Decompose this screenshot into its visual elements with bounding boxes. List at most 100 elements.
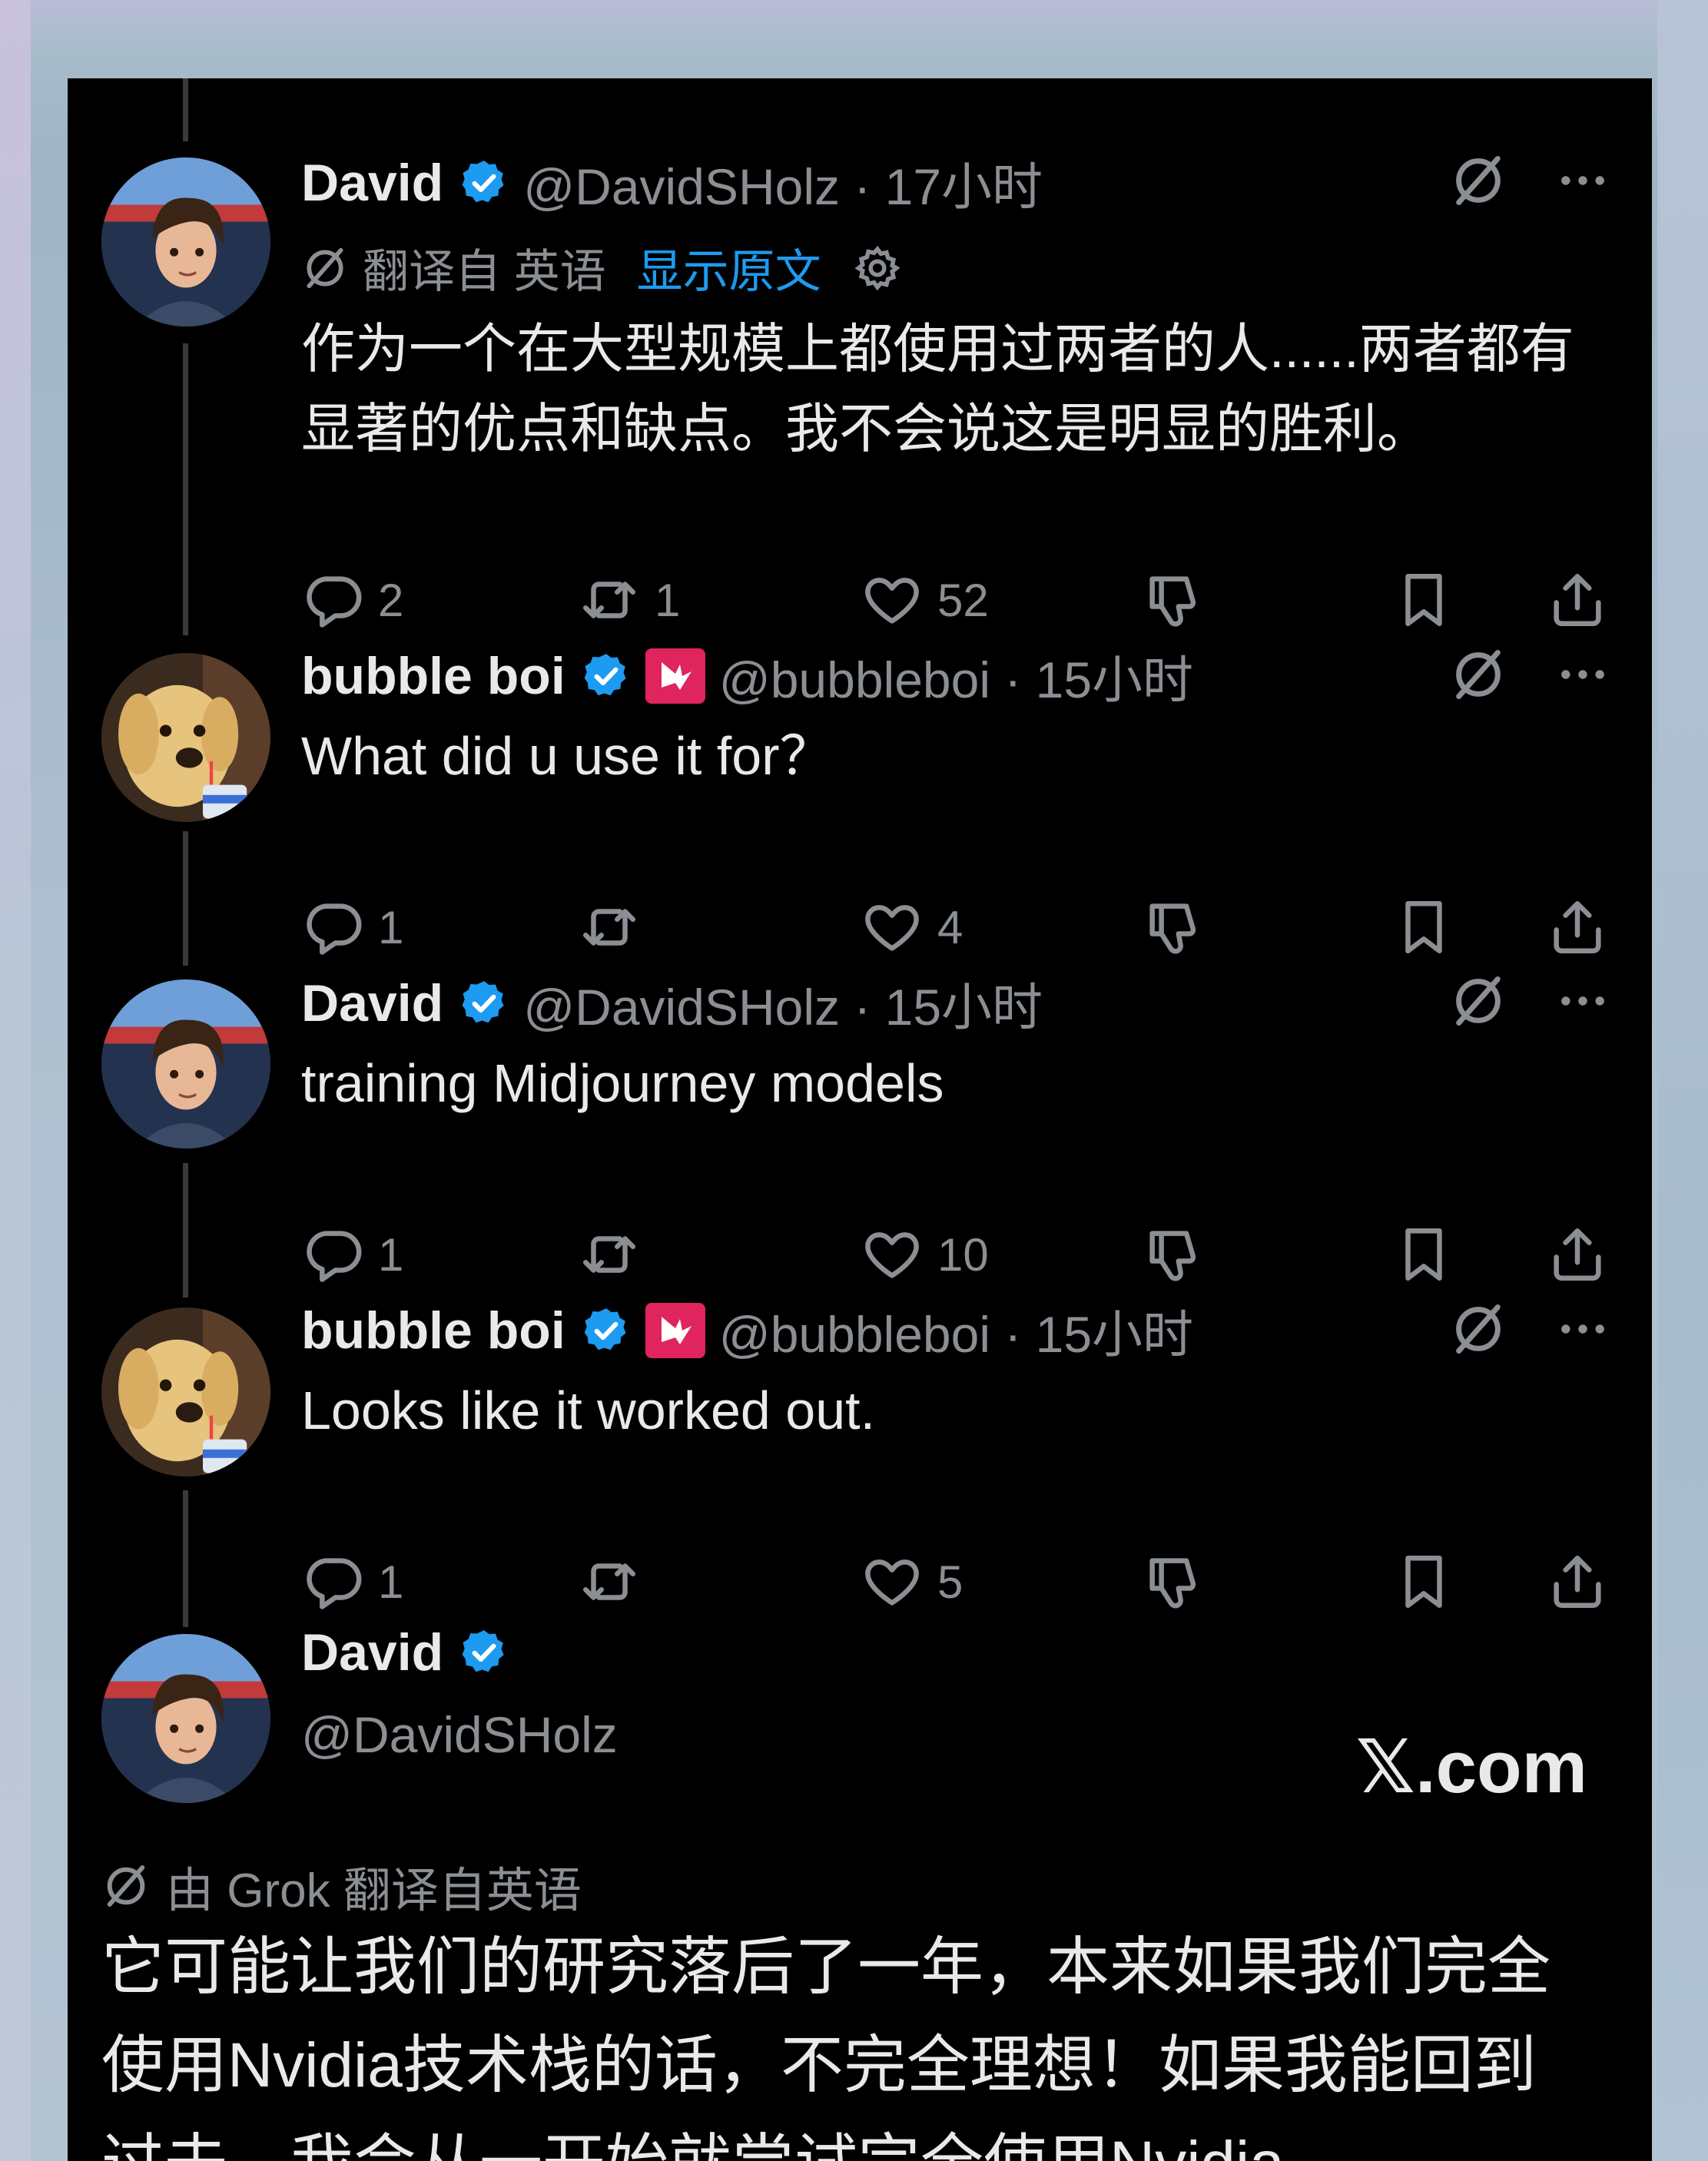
post-header: bubble boi @bubbleboi · 15小时 bbox=[301, 1294, 1193, 1367]
author-name[interactable]: David bbox=[301, 973, 443, 1033]
bookmark-button[interactable] bbox=[1392, 1550, 1455, 1613]
bookmark-button[interactable] bbox=[1392, 1223, 1455, 1286]
reply-button[interactable]: 1 bbox=[301, 1223, 403, 1286]
grok-icon[interactable] bbox=[1449, 972, 1507, 1030]
like-button[interactable]: 52 bbox=[861, 568, 989, 631]
grok-icon bbox=[101, 1861, 151, 1911]
like-count: 4 bbox=[937, 901, 963, 953]
reply-button[interactable]: 1 bbox=[301, 1550, 403, 1613]
share-button[interactable] bbox=[1546, 896, 1609, 959]
repost-button[interactable] bbox=[578, 1223, 655, 1286]
dislike-button[interactable] bbox=[1142, 896, 1205, 959]
author-name[interactable]: bubble boi bbox=[301, 646, 565, 706]
author-handle[interactable]: @DavidSHolz bbox=[301, 1705, 618, 1764]
grok-icon[interactable] bbox=[1449, 151, 1507, 210]
repost-button[interactable]: 1 bbox=[578, 568, 680, 631]
share-icon bbox=[1546, 1550, 1609, 1613]
grok-translation-label: 由 Grok 翻译自英语 bbox=[166, 1864, 582, 1917]
grok-icon[interactable] bbox=[1449, 645, 1507, 704]
background-right bbox=[1657, 0, 1708, 2161]
repost-icon bbox=[578, 568, 641, 631]
thread-line bbox=[183, 831, 188, 966]
author-name[interactable]: bubble boi bbox=[301, 1301, 565, 1361]
verified-icon bbox=[581, 651, 632, 701]
author-name[interactable]: David bbox=[301, 1622, 443, 1682]
avatar[interactable] bbox=[101, 1308, 270, 1477]
reply-count: 1 bbox=[378, 1556, 404, 1608]
like-button[interactable]: 5 bbox=[861, 1550, 963, 1613]
share-button[interactable] bbox=[1546, 1550, 1609, 1613]
avatar[interactable] bbox=[101, 157, 270, 326]
post-header-actions bbox=[1449, 1300, 1612, 1358]
brand-bird-icon bbox=[645, 1303, 705, 1358]
action-bar: 1 10 bbox=[301, 1223, 1623, 1292]
handle-time[interactable]: @bubbleboi · 15小时 bbox=[719, 1294, 1193, 1367]
action-bar: 1 4 bbox=[301, 896, 1623, 965]
reply-icon bbox=[301, 896, 364, 959]
translate-icon bbox=[301, 244, 349, 292]
bookmark-icon bbox=[1392, 1550, 1455, 1613]
dislike-icon bbox=[1142, 896, 1205, 959]
post-header-actions bbox=[1449, 645, 1612, 704]
like-button[interactable]: 10 bbox=[861, 1223, 989, 1286]
avatar[interactable] bbox=[101, 653, 270, 822]
reply-icon bbox=[301, 1223, 364, 1286]
share-button[interactable] bbox=[1546, 568, 1609, 631]
more-icon[interactable] bbox=[1554, 151, 1612, 210]
dislike-icon bbox=[1142, 1550, 1205, 1613]
bookmark-button[interactable] bbox=[1392, 568, 1455, 631]
share-button[interactable] bbox=[1546, 1223, 1609, 1286]
like-button[interactable]: 4 bbox=[861, 896, 963, 959]
dislike-button[interactable] bbox=[1142, 1223, 1205, 1286]
grok-translation-bar: 由 Grok 翻译自英语 bbox=[101, 1851, 582, 1921]
more-icon[interactable] bbox=[1554, 645, 1612, 704]
bookmark-icon bbox=[1392, 568, 1455, 631]
brand-watermark: 𝕏.com bbox=[1355, 1726, 1587, 1808]
post-text: 作为一个在大型规模上都使用过两者的人......两者都有显著的优点和缺点。我不会… bbox=[301, 319, 1574, 459]
more-icon[interactable] bbox=[1554, 972, 1612, 1030]
author-name[interactable]: David bbox=[301, 153, 443, 213]
post-header: David @DavidSHolz · 15小时 bbox=[301, 966, 1043, 1040]
reply-button[interactable]: 2 bbox=[301, 568, 403, 631]
repost-button[interactable] bbox=[578, 1550, 655, 1613]
grok-icon[interactable] bbox=[1449, 1300, 1507, 1358]
dislike-icon bbox=[1142, 1223, 1205, 1286]
repost-icon bbox=[578, 896, 641, 959]
repost-icon bbox=[578, 1223, 641, 1286]
action-bar: 1 5 bbox=[301, 1550, 1623, 1619]
avatar[interactable] bbox=[101, 979, 270, 1148]
reply-count: 1 bbox=[378, 901, 404, 953]
reply-icon bbox=[301, 1550, 364, 1613]
dislike-button[interactable] bbox=[1142, 568, 1205, 631]
thread-line bbox=[183, 1163, 188, 1298]
verified-icon bbox=[581, 1305, 632, 1356]
show-original-link[interactable]: 显示原文 bbox=[637, 234, 821, 301]
share-icon bbox=[1546, 568, 1609, 631]
verified-icon bbox=[459, 157, 509, 208]
dislike-button[interactable] bbox=[1142, 1550, 1205, 1613]
handle-time[interactable]: @bubbleboi · 15小时 bbox=[719, 639, 1193, 713]
like-count: 5 bbox=[937, 1556, 963, 1608]
gear-icon[interactable] bbox=[852, 243, 903, 293]
handle-time[interactable]: @DavidSHolz · 15小时 bbox=[523, 966, 1043, 1040]
dislike-icon bbox=[1142, 568, 1205, 631]
bookmark-button[interactable] bbox=[1392, 896, 1455, 959]
avatar[interactable] bbox=[101, 1634, 270, 1803]
repost-button[interactable] bbox=[578, 896, 655, 959]
like-icon bbox=[861, 1223, 924, 1286]
post-text: What did u use it for？ bbox=[301, 726, 834, 786]
post-text: 它可能让我们的研究落后了一年，本来如果我们完全使用Nvidia技术栈的话，不完全… bbox=[101, 1932, 1551, 2161]
like-icon bbox=[861, 568, 924, 631]
verified-icon bbox=[459, 978, 509, 1029]
verified-icon bbox=[459, 1627, 509, 1678]
bookmark-icon bbox=[1392, 896, 1455, 959]
brand-bird-icon bbox=[645, 648, 705, 704]
handle-time[interactable]: @DavidSHolz · 17小时 bbox=[523, 146, 1043, 220]
reply-count: 1 bbox=[378, 1228, 404, 1281]
more-icon[interactable] bbox=[1554, 1300, 1612, 1358]
like-icon bbox=[861, 896, 924, 959]
repost-icon bbox=[578, 1550, 641, 1613]
like-count: 10 bbox=[937, 1228, 989, 1281]
post-header: bubble boi @bubbleboi · 15小时 bbox=[301, 639, 1193, 713]
reply-button[interactable]: 1 bbox=[301, 896, 403, 959]
